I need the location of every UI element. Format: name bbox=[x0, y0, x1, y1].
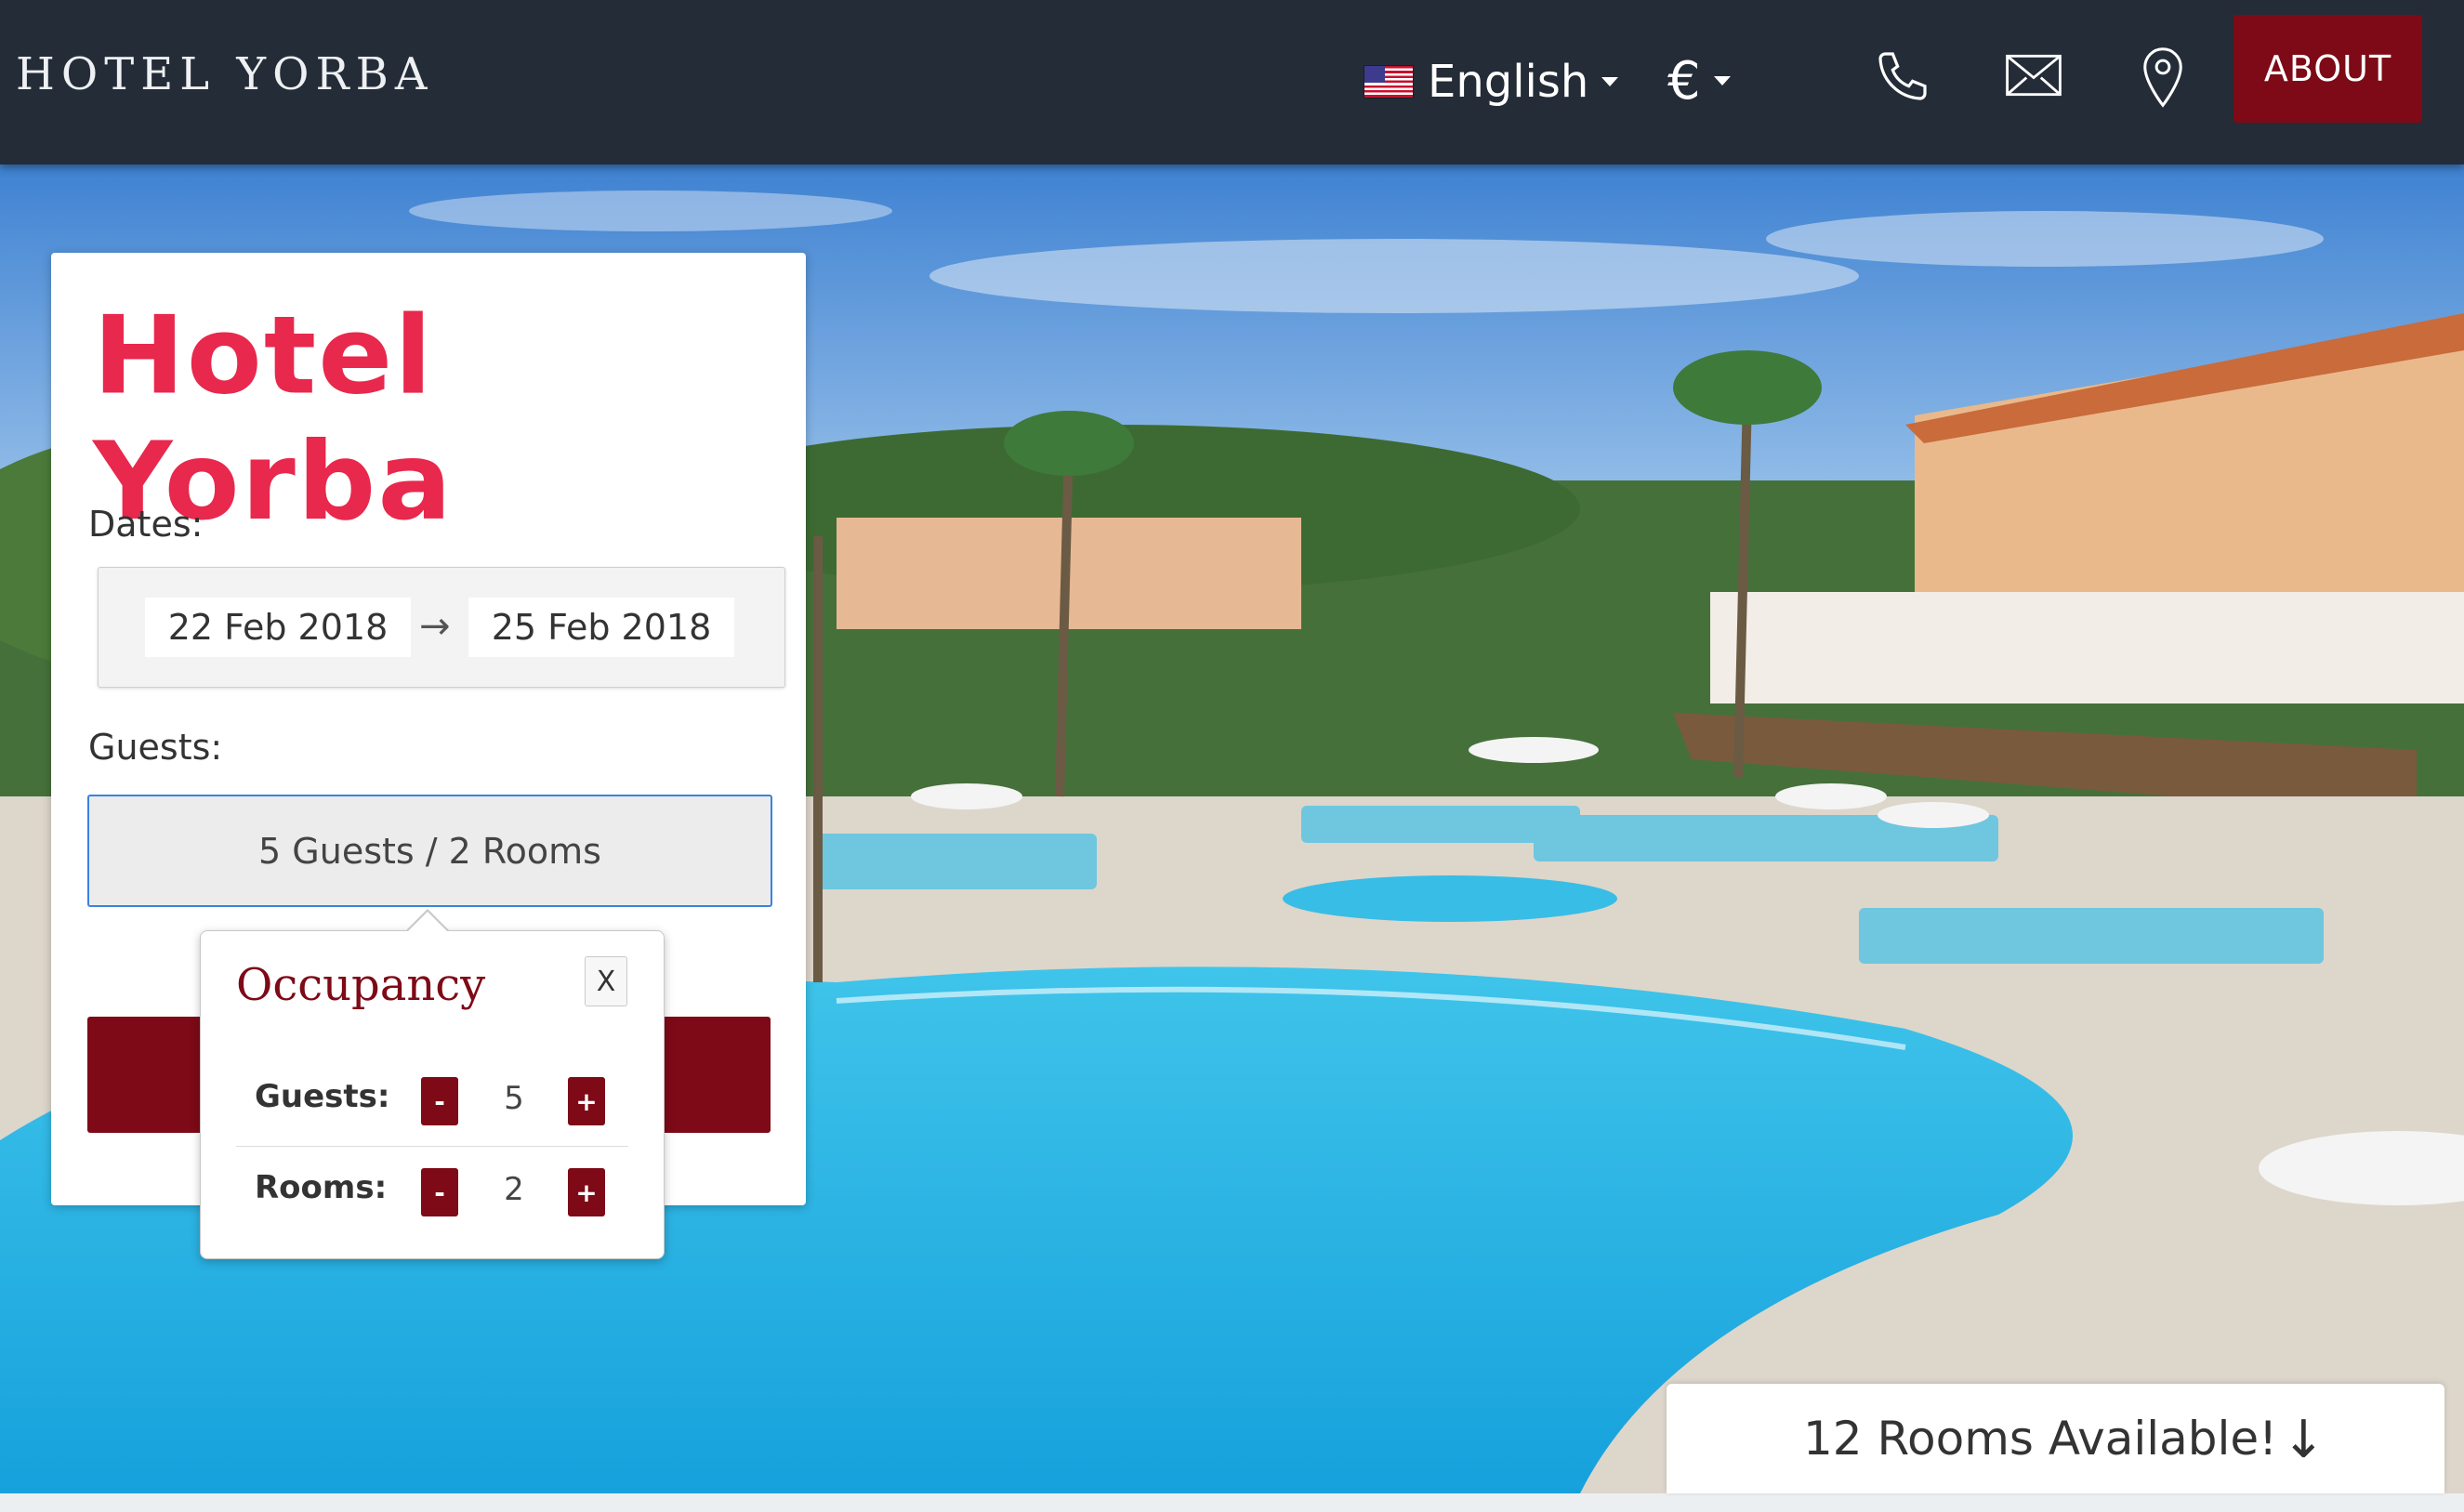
footer-strip bbox=[0, 1493, 2464, 1512]
dates-label: Dates: bbox=[88, 504, 204, 545]
us-flag-icon bbox=[1364, 66, 1413, 98]
occupancy-rooms-label: Rooms: bbox=[255, 1169, 388, 1206]
guests-increment-button[interactable]: + bbox=[568, 1077, 605, 1125]
language-selector[interactable]: English bbox=[1364, 54, 1619, 110]
chevron-down-icon bbox=[1713, 76, 1731, 85]
top-navbar: HOTEL YORBA English € ABOUT bbox=[0, 0, 2464, 164]
rooms-available-banner[interactable]: 12 Rooms Available! ↓ bbox=[1667, 1384, 2444, 1493]
arrow-right-icon: → bbox=[419, 605, 451, 648]
phone-icon[interactable] bbox=[1873, 46, 1932, 110]
date-range-field[interactable]: 22 Feb 2018 → 25 Feb 2018 bbox=[98, 567, 785, 688]
envelope-icon[interactable] bbox=[2005, 52, 2062, 102]
check-out-date[interactable]: 25 Feb 2018 bbox=[468, 598, 734, 657]
occupancy-title: Occupancy bbox=[236, 959, 486, 1011]
guests-rooms-field[interactable]: 5 Guests / 2 Rooms bbox=[87, 795, 772, 907]
occupancy-guests-label: Guests: bbox=[255, 1078, 390, 1115]
guests-label: Guests: bbox=[88, 727, 223, 768]
map-pin-icon[interactable] bbox=[2142, 46, 2183, 112]
occupancy-popover: Occupancy X Guests: - 5 + Rooms: - 2 + bbox=[200, 909, 665, 1259]
rooms-count: 2 bbox=[504, 1171, 524, 1208]
rooms-increment-button[interactable]: + bbox=[568, 1168, 605, 1216]
currency-label: € bbox=[1667, 50, 1701, 112]
brand-name[interactable]: HOTEL YORBA bbox=[16, 48, 434, 100]
divider bbox=[236, 1146, 628, 1147]
close-button[interactable]: X bbox=[585, 956, 627, 1006]
guests-count: 5 bbox=[504, 1080, 524, 1117]
rooms-decrement-button[interactable]: - bbox=[421, 1168, 458, 1216]
currency-selector[interactable]: € bbox=[1667, 48, 1731, 113]
language-label: English bbox=[1428, 56, 1589, 108]
about-button[interactable]: ABOUT bbox=[2233, 15, 2422, 123]
chevron-down-icon bbox=[1601, 77, 1619, 86]
rooms-available-text: 12 Rooms Available! bbox=[1803, 1412, 2278, 1466]
guests-decrement-button[interactable]: - bbox=[421, 1077, 458, 1125]
check-in-date[interactable]: 22 Feb 2018 bbox=[145, 598, 411, 657]
arrow-down-icon: ↓ bbox=[2282, 1410, 2326, 1470]
